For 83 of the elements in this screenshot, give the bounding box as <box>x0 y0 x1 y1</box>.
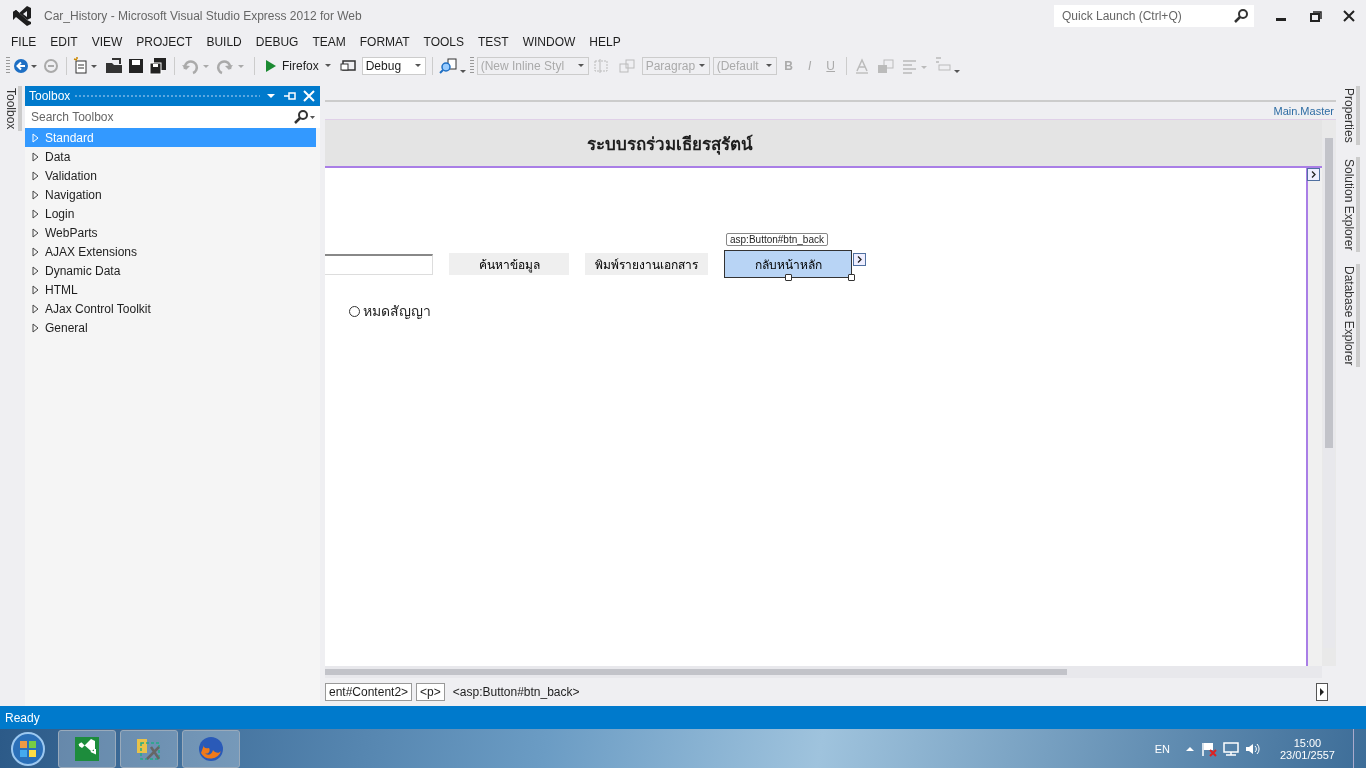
scroll-right-icon[interactable] <box>1316 683 1328 701</box>
toolbox-group[interactable]: HTML <box>25 280 320 299</box>
toolbox-group[interactable]: Navigation <box>25 185 320 204</box>
search-field[interactable]: Search Toolbox <box>25 106 320 128</box>
logo-icon <box>10 4 34 28</box>
collapsed-triangle-icon <box>31 132 41 143</box>
collapsed-triangle-icon <box>31 151 41 162</box>
menu-item[interactable]: BUILD <box>199 35 249 49</box>
page-title: ระบบรถร่วมเธียรสุรัตน์ <box>587 133 753 157</box>
toolbox-tab[interactable]: Toolbox <box>3 86 22 132</box>
side-panel-tab[interactable]: Database Explorer <box>1342 264 1360 368</box>
search-icon <box>1234 9 1248 23</box>
collapsed-triangle-icon <box>31 284 41 295</box>
collapsed-triangle-icon <box>31 227 41 238</box>
page-button[interactable]: กลับหน้าหลัก <box>724 250 852 278</box>
menu-item[interactable]: HELP <box>582 35 628 49</box>
collapsed-triangle-icon <box>31 246 41 257</box>
toolbox-group[interactable]: AJax Control Toolkit <box>25 299 320 318</box>
breadcrumb-item[interactable]: <asp:Button#btn_back> <box>448 683 584 701</box>
master-page-link[interactable]: Main.Master <box>1273 104 1336 117</box>
language-indicator[interactable]: EN <box>1154 742 1170 755</box>
panel-title: Toolbox <box>29 89 71 103</box>
menu-item[interactable]: FORMAT <box>352 35 417 49</box>
find-icon[interactable] <box>438 57 467 75</box>
pin-icon[interactable] <box>282 89 298 103</box>
menu-item[interactable]: TEST <box>471 35 516 49</box>
collapsed-triangle-icon <box>31 170 41 181</box>
quick-launch-field[interactable]: Quick Launch (Ctrl+Q) <box>1060 8 1234 24</box>
toolbox-group[interactable]: Data <box>25 147 320 166</box>
status-text: Ready <box>5 710 40 725</box>
caret-icon <box>323 62 332 70</box>
toolbox-group[interactable]: Dynamic Data <box>25 261 320 280</box>
menu-item[interactable]: TOOLS <box>416 35 471 49</box>
menu-item[interactable]: WINDOW <box>515 35 583 49</box>
start-debugging-button[interactable]: Firefox <box>261 59 336 73</box>
breadcrumb-item[interactable]: <p> <box>416 683 445 701</box>
menu-item[interactable]: EDIT <box>43 35 85 49</box>
toolbox-group[interactable]: Login <box>25 204 320 223</box>
resize-handle[interactable] <box>848 274 855 281</box>
toolbox-group[interactable]: Validation <box>25 166 320 185</box>
quick-launch-field[interactable]: Quick Launch (Ctrl+Q) <box>1054 5 1254 27</box>
element-tag-label: asp:Button#btn_back <box>726 233 828 246</box>
side-panel-tab[interactable]: Solution Explorer <box>1342 156 1360 253</box>
open-folder-icon[interactable] <box>104 57 124 75</box>
clock[interactable]: 15:00 23/01/2557 <box>1279 736 1335 761</box>
caret-icon <box>764 62 773 70</box>
radio-option[interactable]: หมดสัญญา <box>349 300 431 322</box>
caret-icon <box>413 62 422 70</box>
play-icon <box>265 59 277 73</box>
start-button-icon[interactable] <box>8 729 48 768</box>
collapsed-triangle-icon <box>31 265 41 276</box>
page-button[interactable]: พิมพ์รายงานเอกสาร <box>585 253 708 275</box>
toolbox-group[interactable]: WebParts <box>25 223 320 242</box>
save-icon[interactable] <box>127 57 145 75</box>
menu-item[interactable]: PROJECT <box>129 35 200 49</box>
text-input[interactable] <box>325 253 433 275</box>
caret-icon <box>576 62 585 70</box>
save-all-icon[interactable] <box>148 57 168 75</box>
collapsed-triangle-icon <box>31 303 41 314</box>
resize-handle[interactable] <box>785 274 792 281</box>
collapsed-triangle-icon <box>31 189 41 200</box>
breadcrumb-item[interactable]: ent#Content2> <box>325 683 413 701</box>
flag-icon[interactable] <box>1199 740 1218 757</box>
toolbox-group[interactable]: AJAX Extensions <box>25 242 320 261</box>
menu-item[interactable]: VIEW <box>84 35 130 49</box>
search-icon <box>294 110 316 124</box>
back-icon[interactable] <box>13 57 39 75</box>
menu-item[interactable]: FILE <box>4 35 44 49</box>
collapsed-triangle-icon <box>31 322 41 333</box>
menu-item[interactable]: TEAM <box>305 35 353 49</box>
window-title: Car_History - Microsoft Visual Studio Express 2012 for Web <box>44 9 362 23</box>
dropdown[interactable]: Debug <box>361 57 426 75</box>
caret-icon <box>697 62 706 70</box>
toolbox-group[interactable]: General <box>25 318 320 337</box>
network-icon[interactable] <box>1221 740 1240 757</box>
page-button[interactable]: ค้นหาข้อมูล <box>449 253 569 275</box>
search-field[interactable]: Search Toolbox <box>29 109 294 125</box>
collapsed-triangle-icon <box>31 208 41 219</box>
smart-tag-icon[interactable] <box>1307 168 1320 181</box>
menu-item[interactable]: DEBUG <box>248 35 306 49</box>
smart-tag-icon[interactable] <box>853 253 866 266</box>
side-panel-tab[interactable]: Properties <box>1342 86 1360 145</box>
horizontal-scrollbar[interactable] <box>325 666 1322 678</box>
